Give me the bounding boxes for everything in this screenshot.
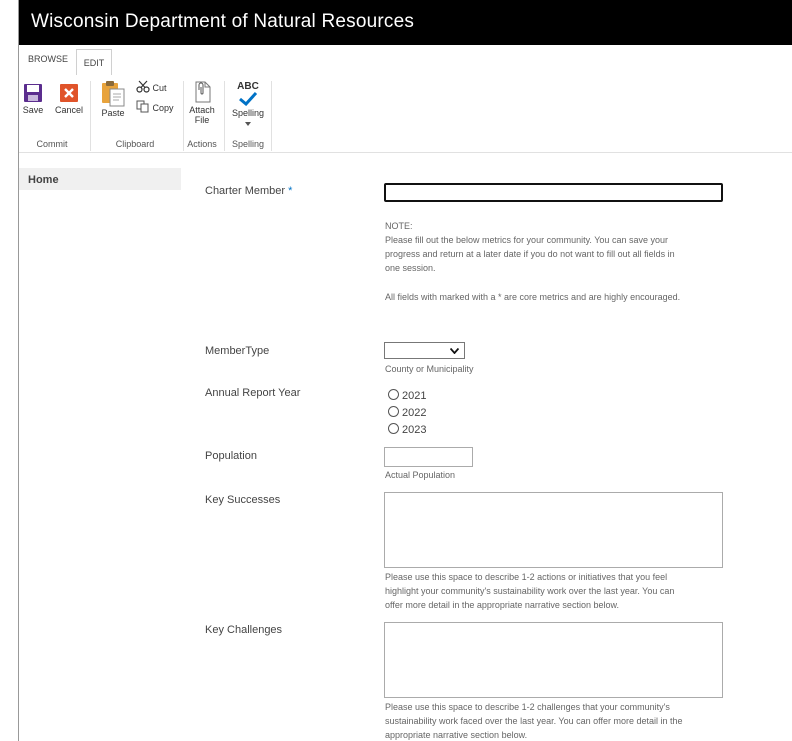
save-button[interactable]: Save — [21, 83, 45, 115]
paste-icon — [102, 81, 125, 107]
note-core-metrics: All fields with marked with a * are core… — [385, 292, 681, 302]
member-type-label: MemberType — [205, 345, 270, 357]
population-hint: Actual Population — [385, 470, 456, 480]
nav-home-label: Home — [28, 174, 59, 186]
note-line: Please fill out the below metrics for yo… — [385, 235, 668, 245]
radio-option-2023[interactable]: 2023 — [388, 423, 426, 436]
copy-icon — [136, 100, 149, 113]
paste-label: Paste — [101, 108, 125, 118]
population-label: Population — [205, 450, 257, 462]
ribbon: Save Cancel Commit Paste Cut Copy Clipbo… — [19, 75, 792, 153]
nav-item-home[interactable]: Home — [19, 168, 181, 190]
cancel-button[interactable]: Cancel — [54, 83, 84, 115]
chevron-down-icon — [245, 122, 251, 126]
attach-label-line1: Attach — [189, 105, 215, 115]
attach-file-icon — [195, 81, 211, 103]
charter-member-label: Charter Member — [205, 185, 286, 197]
scissors-icon — [136, 80, 150, 93]
key-challenges-label: Key Challenges — [205, 624, 283, 636]
spelling-abc-text: ABC — [237, 81, 259, 92]
cut-button[interactable]: Cut — [136, 80, 167, 93]
key-successes-hint: highlight your community's sustainabilit… — [385, 586, 675, 596]
key-successes-textarea[interactable] — [384, 492, 723, 568]
key-successes-label: Key Successes — [205, 494, 281, 506]
group-actions: Actions — [187, 139, 217, 149]
population-input[interactable] — [384, 447, 473, 467]
cancel-label: Cancel — [54, 105, 83, 115]
tab-edit[interactable]: EDIT — [76, 49, 112, 77]
radio-circle[interactable] — [388, 389, 399, 400]
key-challenges-hint: sustainability work faced over the last … — [385, 716, 683, 726]
note-line: progress and return at a later date if y… — [385, 249, 675, 259]
page-frame: Wisconsin Department of Natural Resource… — [18, 0, 792, 741]
radio-option-2022[interactable]: 2022 — [388, 406, 426, 419]
radio-label: 2023 — [402, 424, 427, 436]
radio-label: 2022 — [402, 407, 427, 419]
spelling-label: Spelling — [231, 108, 265, 118]
key-challenges-textarea[interactable] — [384, 622, 723, 698]
paste-button[interactable]: Paste — [99, 79, 127, 118]
copy-label: Copy — [152, 103, 174, 113]
charter-member-input[interactable] — [384, 183, 723, 202]
site-title: Wisconsin Department of Natural Resource… — [31, 11, 415, 32]
attach-file-button[interactable]: Attach File — [187, 81, 217, 125]
radio-circle[interactable] — [388, 406, 399, 417]
site-title-bar: Wisconsin Department of Natural Resource… — [19, 0, 792, 45]
note-title: NOTE: — [385, 221, 413, 231]
group-commit: Commit — [36, 139, 68, 149]
ribbon-separator — [224, 81, 225, 151]
attach-label-line2: File — [194, 115, 210, 125]
ribbon-separator — [183, 81, 184, 151]
ribbon-tabs: BROWSE EDIT — [19, 45, 792, 77]
check-icon — [239, 91, 258, 107]
copy-button[interactable]: Copy — [136, 100, 174, 113]
spelling-button[interactable]: ABC Spelling — [228, 81, 268, 128]
charter-member-label-row: Charter Member * — [205, 185, 292, 197]
save-label: Save — [22, 105, 44, 115]
cut-label: Cut — [152, 83, 167, 93]
member-type-select[interactable] — [384, 342, 465, 359]
key-successes-hint: Please use this space to describe 1-2 ac… — [385, 572, 668, 582]
group-spelling: Spelling — [231, 139, 265, 149]
radio-circle[interactable] — [388, 423, 399, 434]
member-type-hint: County or Municipality — [385, 364, 474, 374]
cancel-icon — [60, 84, 78, 102]
chevron-down-icon — [450, 348, 459, 354]
key-challenges-hint: appropriate narrative section below. — [385, 730, 528, 740]
ribbon-separator — [90, 81, 91, 151]
group-clipboard: Clipboard — [115, 139, 155, 149]
tab-browse[interactable]: BROWSE — [28, 54, 68, 64]
save-icon — [24, 84, 42, 102]
ribbon-separator — [271, 81, 272, 151]
required-mark: * — [288, 185, 293, 197]
annual-report-year-label: Annual Report Year — [205, 387, 301, 399]
radio-label: 2021 — [402, 390, 427, 402]
note-line: one session. — [385, 263, 436, 273]
key-challenges-hint: Please use this space to describe 1-2 ch… — [385, 702, 670, 712]
key-successes-hint: offer more detail in the appropriate nar… — [385, 600, 619, 610]
radio-option-2021[interactable]: 2021 — [388, 389, 426, 402]
